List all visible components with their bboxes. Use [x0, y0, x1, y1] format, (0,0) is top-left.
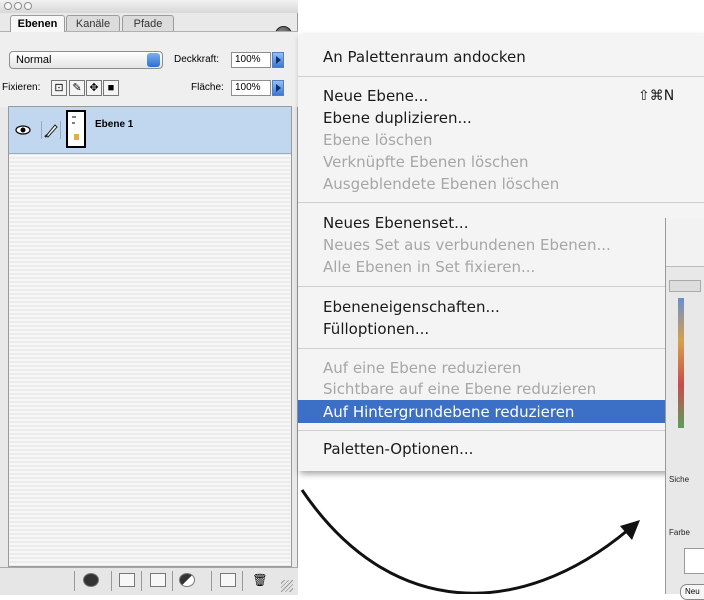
tab-ebenen[interactable]: Ebenen	[10, 15, 65, 32]
curved-arrow-annotation	[300, 489, 640, 594]
